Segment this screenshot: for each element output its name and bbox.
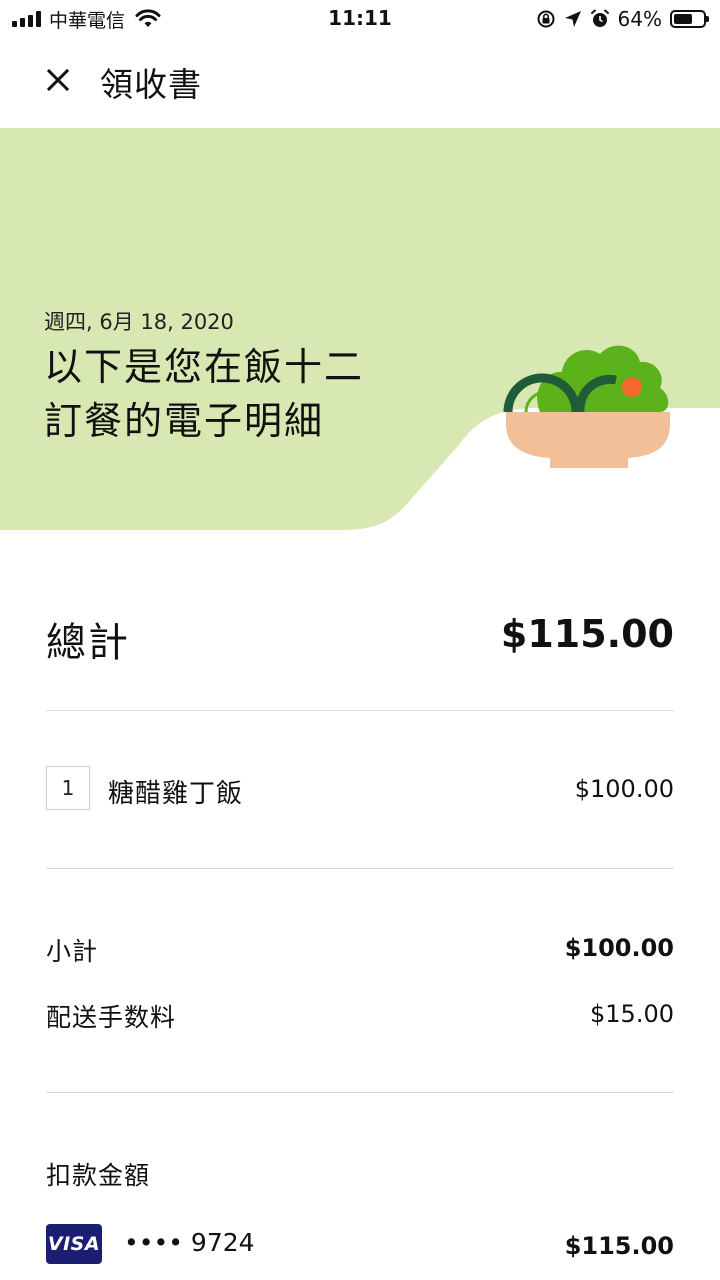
visa-card-icon: VISA	[46, 1224, 102, 1264]
payment-amount: $115.00	[564, 1232, 674, 1260]
alarm-icon	[590, 9, 609, 27]
divider	[46, 1092, 674, 1093]
item-quantity: 1	[46, 766, 90, 810]
payment-row: VISA •••• 9724 $115.00	[46, 1222, 674, 1266]
battery-percent: 64%	[617, 7, 662, 31]
total-label: 總計	[46, 620, 130, 666]
total-value: $115.00	[500, 612, 674, 656]
status-right: 64%	[536, 6, 709, 32]
hero-heading-line1: 以下是您在飯十二	[44, 345, 365, 389]
order-item: 1 糖醋雞丁飯 $100.00	[46, 765, 674, 811]
hero-heading-line2: 訂餐的電子明細	[44, 399, 325, 443]
hero-heading: 以下是您在飯十二 訂餐的電子明細	[44, 340, 364, 448]
delivery-fee-value: $15.00	[590, 1000, 674, 1028]
status-bar: 中華電信 11:11 64%	[0, 0, 720, 40]
page-title: 領收書	[100, 65, 202, 104]
delivery-fee-label: 配送手数料	[46, 1003, 177, 1032]
app-header: 領收書	[0, 40, 720, 128]
divider	[46, 868, 674, 869]
subtotal-label: 小計	[46, 937, 99, 966]
charged-amount-label: 扣款金額	[46, 1161, 151, 1190]
subtotal-value: $100.00	[564, 934, 674, 962]
divider	[46, 710, 674, 711]
card-number-masked: •••• 9724	[124, 1228, 255, 1257]
close-icon	[47, 69, 69, 91]
delivery-fee-row: 配送手数料 $15.00	[46, 998, 674, 1034]
salad-bowl-icon	[503, 345, 670, 468]
close-button[interactable]	[38, 60, 78, 100]
orientation-lock-icon	[537, 10, 555, 28]
location-arrow-icon	[564, 11, 581, 27]
order-date: 週四, 6月 18, 2020	[44, 310, 234, 334]
subtotal-row: 小計 $100.00	[46, 932, 674, 968]
item-price: $100.00	[574, 775, 674, 803]
total-row: 總計 $115.00	[46, 606, 674, 666]
item-name: 糖醋雞丁飯	[108, 779, 244, 809]
hero-banner: 週四, 6月 18, 2020 以下是您在飯十二 訂餐的電子明細	[0, 128, 720, 530]
battery-icon	[670, 10, 709, 28]
